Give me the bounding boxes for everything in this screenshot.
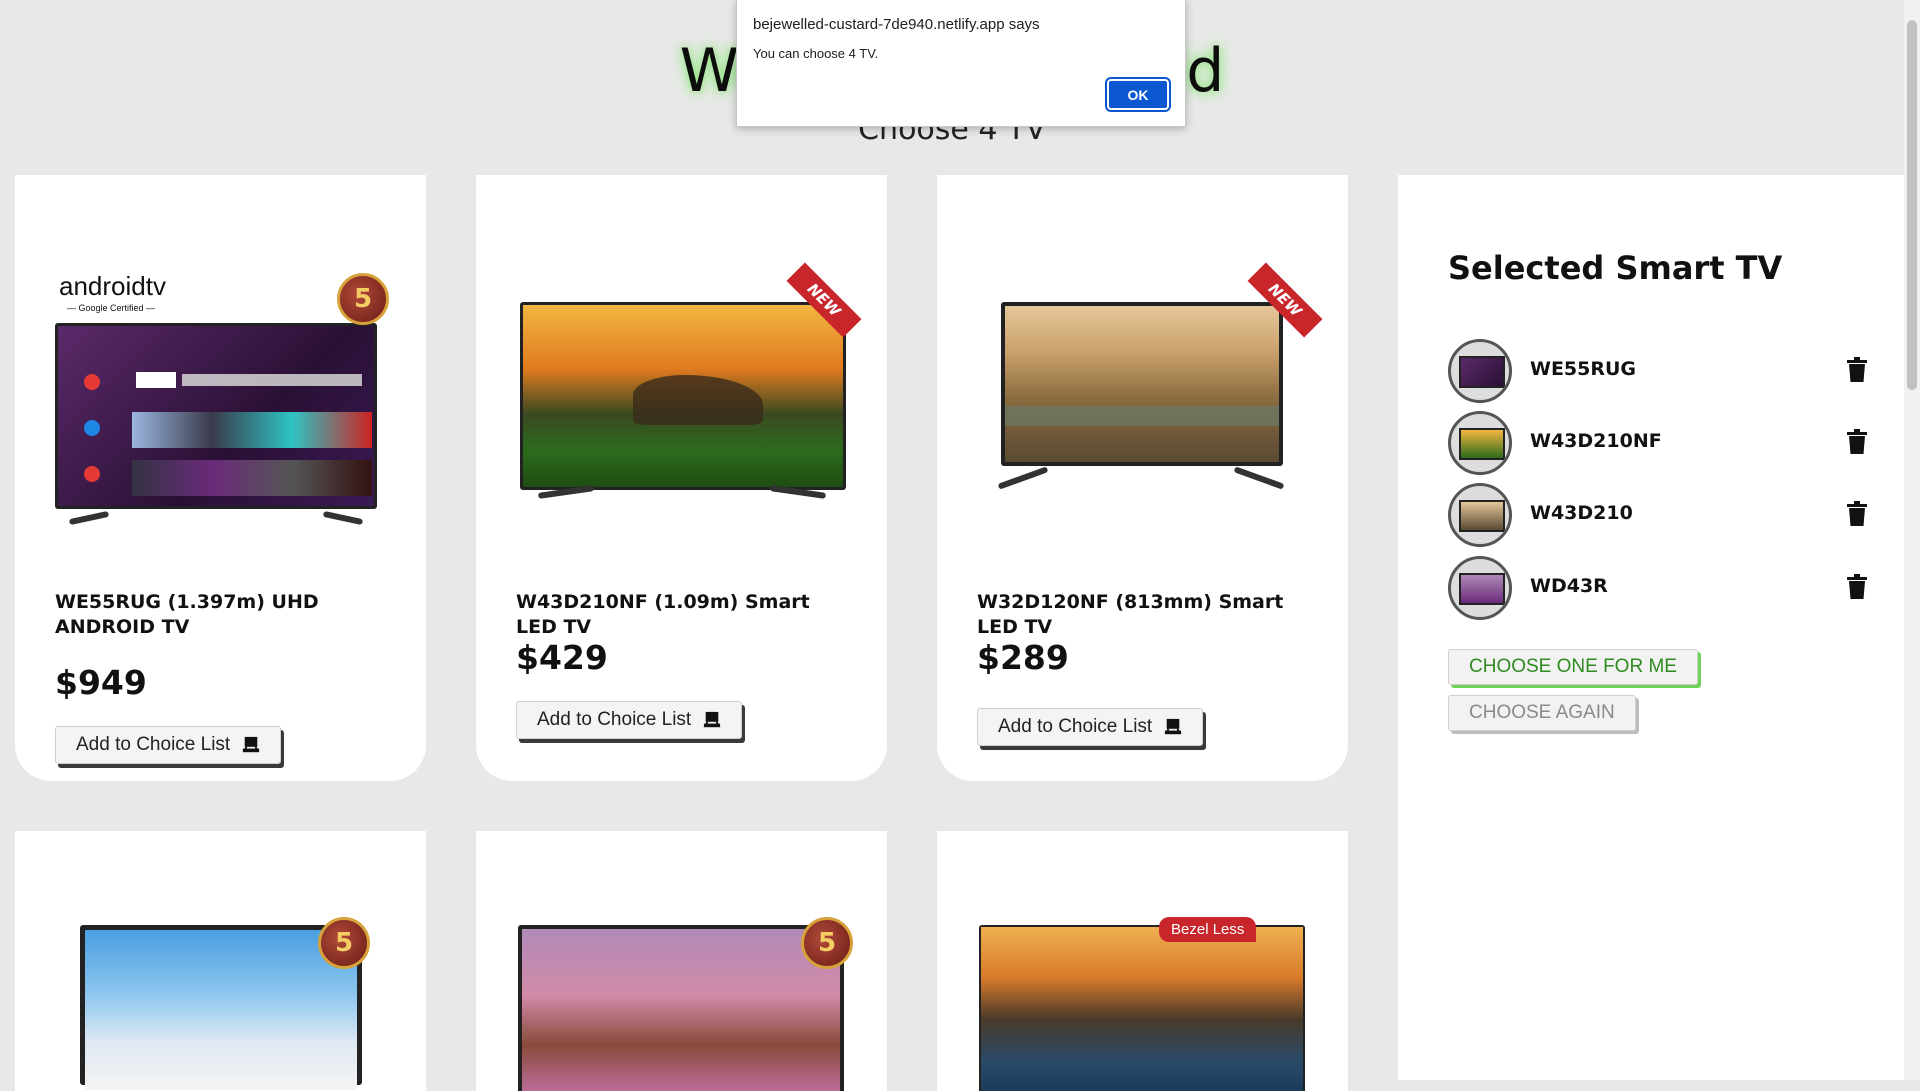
selected-item-thumbnail (1448, 556, 1512, 620)
selected-item-name: W43D210 (1530, 502, 1633, 524)
choose-one-for-me-button[interactable]: CHOOSE ONE FOR ME (1448, 649, 1698, 685)
product-card: 5 (15, 831, 426, 1091)
tv-screen (85, 930, 357, 1090)
warranty-badge-icon: 5 (337, 273, 389, 325)
product-card: 5 (476, 831, 887, 1091)
product-card: NEW W32D120NF (813mm) Smart LED TV $289 … (937, 175, 1348, 781)
tv-screen (523, 305, 843, 487)
selected-item-thumbnail (1448, 411, 1512, 475)
choose-again-button[interactable]: CHOOSE AGAIN (1448, 695, 1636, 731)
product-price: $949 (55, 663, 147, 702)
selected-item-name: W43D210NF (1530, 430, 1662, 452)
trash-icon[interactable] (1846, 501, 1868, 527)
product-price: $429 (516, 638, 608, 677)
selected-item: WD43R (1448, 556, 1868, 620)
tv-screen (1005, 306, 1279, 462)
trash-icon[interactable] (1846, 357, 1868, 383)
tv-icon (704, 711, 721, 728)
selected-item-thumbnail (1448, 339, 1512, 403)
product-card: androidtv — Google Certified — 5 WE55RUG… (15, 175, 426, 781)
tv-screen (981, 927, 1303, 1091)
add-button-label: Add to Choice List (76, 734, 231, 755)
add-to-choice-list-button[interactable]: Add to Choice List (977, 708, 1204, 746)
selected-item-thumbnail (1448, 483, 1512, 547)
page-scrollbar[interactable] (1904, 0, 1920, 1080)
selected-panel-title: Selected Smart TV (1448, 249, 1783, 287)
android-tv-logo-sub: — Google Certified — (67, 303, 156, 313)
selected-item: W43D210 (1448, 483, 1868, 547)
tv-icon (243, 736, 260, 753)
scrollbar-thumb[interactable] (1907, 20, 1917, 390)
selected-item: WE55RUG (1448, 339, 1868, 403)
selected-tv-panel: Selected Smart TV WE55RUG W43D210NF W43D… (1398, 175, 1904, 1080)
add-to-choice-list-button[interactable]: Add to Choice List (55, 726, 282, 764)
add-button-label: Add to Choice List (998, 716, 1153, 737)
tv-screen (58, 326, 374, 506)
product-name: W32D120NF (813mm) Smart LED TV (977, 591, 1284, 638)
product-price: $289 (977, 638, 1069, 677)
dialog-ok-button[interactable]: OK (1105, 77, 1171, 112)
trash-icon[interactable] (1846, 429, 1868, 455)
android-tv-logo: androidtv (59, 271, 166, 301)
alert-dialog: bejewelled-custard-7de940.netlify.app sa… (736, 0, 1186, 127)
product-image: androidtv — Google Certified — 5 (55, 263, 389, 526)
tv-icon (1165, 718, 1182, 735)
selected-item: W43D210NF (1448, 411, 1868, 475)
product-name: WE55RUG (1.397m) UHD ANDROID TV (55, 591, 319, 638)
dialog-origin: bejewelled-custard-7de940.netlify.app sa… (753, 16, 1040, 33)
add-to-choice-list-button[interactable]: Add to Choice List (516, 701, 743, 739)
trash-icon[interactable] (1846, 574, 1868, 600)
product-card: NEW W43D210NF (1.09m) Smart LED TV $429 … (476, 175, 887, 781)
warranty-badge-icon: 5 (318, 917, 370, 969)
selected-item-name: WD43R (1530, 575, 1608, 597)
dialog-message: You can choose 4 TV. (753, 46, 879, 61)
tv-screen (522, 929, 840, 1091)
add-button-label: Add to Choice List (537, 709, 692, 730)
selected-item-name: WE55RUG (1530, 358, 1637, 380)
warranty-badge-icon: 5 (801, 917, 853, 969)
product-image: NEW (516, 262, 862, 499)
product-name: W43D210NF (1.09m) Smart LED TV (516, 591, 810, 638)
product-image: NEW (977, 262, 1323, 490)
bezel-less-tag: Bezel Less (1159, 917, 1257, 942)
product-card: Bezel Less (937, 831, 1348, 1091)
